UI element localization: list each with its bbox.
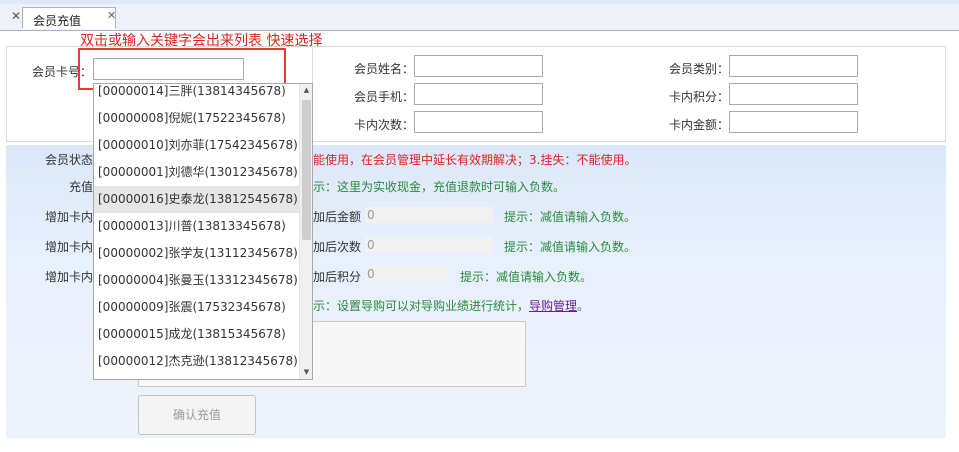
points-field[interactable] (729, 83, 858, 105)
times-field[interactable] (414, 111, 543, 133)
tab-close-icon[interactable]: ✕ (107, 9, 116, 22)
guide-hint-row: 示：设置导购可以对导购业绩进行统计，导购管理。 (313, 297, 589, 314)
recharge-label: 充值 (69, 180, 94, 194)
points-label: 卡内积分： (669, 90, 730, 104)
after-times-label: 加后次数 (313, 240, 362, 254)
list-item[interactable]: [00000001]刘德华(13012345678) (94, 159, 299, 186)
after-points-hint: 提示：减值请输入负数。 (460, 270, 593, 284)
phone-label: 会员手机： (354, 90, 415, 104)
list-item[interactable]: [00000015]成龙(13815345678) (94, 321, 299, 348)
after-times-field: 0 (365, 237, 493, 253)
list-item[interactable]: [00000004]张曼玉(13312345678) (94, 267, 299, 294)
times-label: 卡内次数： (354, 118, 415, 132)
list-item[interactable]: [00000014]三胖(13814345678) (94, 84, 299, 105)
annotation-text: 双击或输入关键字会出来列表 快速选择 (80, 33, 323, 49)
after-points-field: 0 (365, 266, 447, 282)
add-amount-label: 增加卡内 (45, 210, 94, 224)
confirm-recharge-button[interactable]: 确认充值 (138, 395, 256, 435)
phone-field[interactable] (414, 83, 543, 105)
amount-field[interactable] (729, 111, 858, 133)
list-item[interactable]: [00000008]倪妮(17522345678) (94, 105, 299, 132)
name-label: 会员姓名： (354, 62, 415, 76)
category-label: 会员类别： (669, 62, 730, 76)
guide-management-link[interactable]: 导购管理 (529, 299, 577, 313)
scrollbar-thumb[interactable] (302, 100, 311, 240)
amount-label: 卡内金额： (669, 118, 730, 132)
list-item-highlighted[interactable]: [00000016]史泰龙(13812545678) (94, 186, 299, 213)
card-no-label: 会员卡号： (32, 65, 93, 79)
list-item[interactable]: [00000012]杰克逊(13812345678) (94, 348, 299, 375)
scroll-up-arrow-icon[interactable]: ▲ (300, 84, 312, 97)
guide-hint: 示：设置导购可以对导购业绩进行统计， (313, 299, 530, 313)
add-points-label: 增加卡内 (45, 270, 94, 284)
after-points-label: 加后积分 (313, 270, 362, 284)
category-field[interactable] (729, 55, 858, 77)
dropdown-scrollbar[interactable]: ▲ ▼ (299, 84, 312, 379)
list-item[interactable]: [00000013]川普(13813345678) (94, 213, 299, 240)
tab-label: 会员充值 (33, 14, 82, 28)
status-hint: 能使用，在会员管理中延长有效期解决；3.挂失：不能使用。 (313, 153, 637, 167)
after-times-hint: 提示：减值请输入负数。 (504, 240, 637, 254)
list-item[interactable]: [00000002]张学友(13112345678) (94, 240, 299, 267)
after-amount-hint: 提示：减值请输入负数。 (504, 210, 637, 224)
scroll-down-arrow-icon[interactable]: ▼ (300, 366, 312, 379)
recharge-hint: 示：这里为实收现金，充值退款时可输入负数。 (313, 180, 566, 194)
guide-hint-tail: 。 (577, 299, 590, 313)
close-all-tabs-icon[interactable]: ✕ (9, 9, 23, 25)
list-item[interactable]: [00000009]张震(17532345678) (94, 294, 299, 321)
status-label: 会员状态 (45, 153, 94, 167)
after-amount-field: 0 (365, 207, 493, 223)
list-item[interactable]: [00000010]刘亦菲(17542345678) (94, 132, 299, 159)
tab-bar: ✕ 会员充值 ✕ (0, 4, 959, 31)
member-autocomplete-list[interactable]: [00000014]三胖(13814345678) [00000008]倪妮(1… (93, 83, 313, 380)
add-times-label: 增加卡内 (45, 240, 94, 254)
card-no-input[interactable] (93, 58, 244, 80)
after-amount-label: 加后金额 (313, 210, 362, 224)
tab-member-recharge[interactable]: 会员充值 ✕ (22, 7, 116, 29)
name-field[interactable] (414, 55, 543, 77)
